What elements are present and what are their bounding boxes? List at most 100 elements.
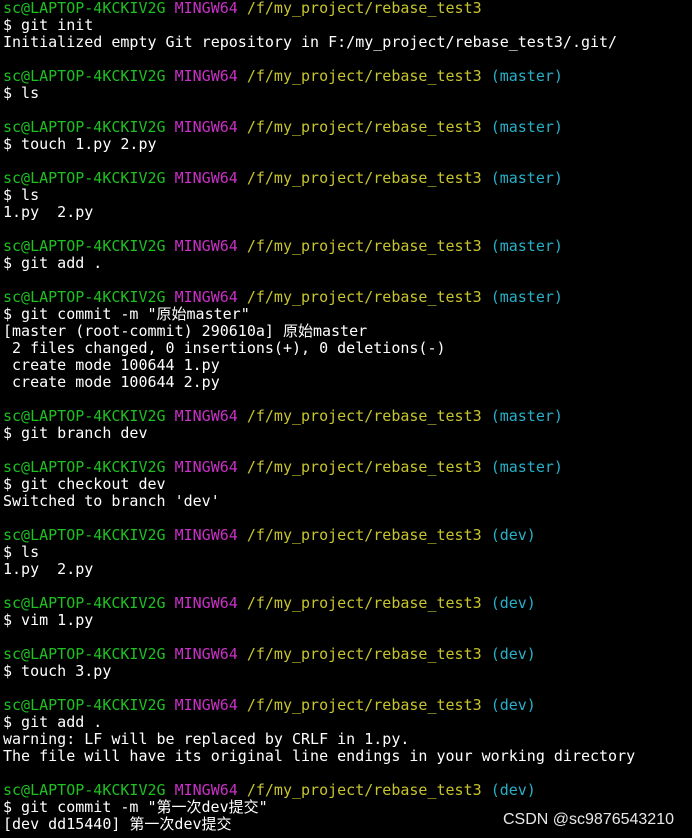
prompt-line: sc@LAPTOP-4KCKIV2G MINGW64 /f/my_project… — [3, 119, 689, 136]
prompt-line: sc@LAPTOP-4KCKIV2G MINGW64 /f/my_project… — [3, 0, 689, 17]
output-line: create mode 100644 1.py — [3, 356, 220, 374]
prompt-line: sc@LAPTOP-4KCKIV2G MINGW64 /f/my_project… — [3, 68, 689, 85]
prompt-path: /f/my_project/rebase_test3 — [246, 696, 482, 714]
prompt-system: MINGW64 — [174, 169, 238, 187]
command-line: $ ls — [3, 84, 40, 102]
prompt-system: MINGW64 — [174, 526, 238, 544]
command-line: $ touch 1.py 2.py — [3, 135, 157, 153]
prompt-line: sc@LAPTOP-4KCKIV2G MINGW64 /f/my_project… — [3, 697, 689, 714]
csdn-watermark: CSDN @sc9876543210 — [500, 810, 676, 830]
output-line: create mode 100644 2.py — [3, 373, 220, 391]
command-line: $ git commit -m "原始master" — [3, 305, 250, 323]
output-line: 1.py 2.py — [3, 203, 94, 221]
command-line: $ touch 3.py — [3, 662, 112, 680]
prompt-line: sc@LAPTOP-4KCKIV2G MINGW64 /f/my_project… — [3, 595, 689, 612]
prompt-path: /f/my_project/rebase_test3 — [246, 169, 482, 187]
prompt-path: /f/my_project/rebase_test3 — [246, 237, 482, 255]
prompt-branch: (master) — [490, 407, 563, 425]
prompt-path: /f/my_project/rebase_test3 — [246, 0, 482, 17]
command-line: $ git init — [3, 16, 94, 34]
output-line: 2 files changed, 0 insertions(+), 0 dele… — [3, 339, 446, 357]
prompt-branch: (dev) — [490, 781, 536, 799]
prompt-user-host: sc@LAPTOP-4KCKIV2G — [3, 645, 166, 663]
prompt-line: sc@LAPTOP-4KCKIV2G MINGW64 /f/my_project… — [3, 289, 689, 306]
prompt-branch: (master) — [490, 118, 563, 136]
prompt-user-host: sc@LAPTOP-4KCKIV2G — [3, 288, 166, 306]
output-line: The file will have its original line end… — [3, 747, 636, 765]
prompt-branch: (master) — [490, 288, 563, 306]
prompt-path: /f/my_project/rebase_test3 — [246, 118, 482, 136]
terminal-window[interactable]: sc@LAPTOP-4KCKIV2G MINGW64 /f/my_project… — [3, 0, 689, 833]
prompt-branch: (master) — [490, 237, 563, 255]
prompt-line: sc@LAPTOP-4KCKIV2G MINGW64 /f/my_project… — [3, 782, 689, 799]
prompt-line: sc@LAPTOP-4KCKIV2G MINGW64 /f/my_project… — [3, 408, 689, 425]
prompt-user-host: sc@LAPTOP-4KCKIV2G — [3, 237, 166, 255]
prompt-user-host: sc@LAPTOP-4KCKIV2G — [3, 118, 166, 136]
output-line: warning: LF will be replaced by CRLF in … — [3, 730, 410, 748]
output-line: 1.py 2.py — [3, 560, 94, 578]
prompt-path: /f/my_project/rebase_test3 — [246, 67, 482, 85]
prompt-system: MINGW64 — [174, 288, 238, 306]
output-line: [master (root-commit) 290610a] 原始master — [3, 322, 368, 340]
prompt-user-host: sc@LAPTOP-4KCKIV2G — [3, 696, 166, 714]
prompt-branch: (dev) — [490, 526, 536, 544]
prompt-system: MINGW64 — [174, 407, 238, 425]
command-line: $ git checkout dev — [3, 475, 166, 493]
prompt-system: MINGW64 — [174, 781, 238, 799]
prompt-system: MINGW64 — [174, 67, 238, 85]
command-line: $ git add . — [3, 713, 103, 731]
prompt-line: sc@LAPTOP-4KCKIV2G MINGW64 /f/my_project… — [3, 170, 689, 187]
prompt-system: MINGW64 — [174, 0, 238, 17]
prompt-line: sc@LAPTOP-4KCKIV2G MINGW64 /f/my_project… — [3, 459, 689, 476]
prompt-system: MINGW64 — [174, 645, 238, 663]
prompt-branch: (master) — [490, 67, 563, 85]
prompt-user-host: sc@LAPTOP-4KCKIV2G — [3, 781, 166, 799]
prompt-user-host: sc@LAPTOP-4KCKIV2G — [3, 0, 166, 17]
prompt-user-host: sc@LAPTOP-4KCKIV2G — [3, 526, 166, 544]
output-line: Initialized empty Git repository in F:/m… — [3, 33, 618, 51]
prompt-branch: (dev) — [490, 594, 536, 612]
command-line: $ ls — [3, 543, 40, 561]
prompt-system: MINGW64 — [174, 237, 238, 255]
prompt-user-host: sc@LAPTOP-4KCKIV2G — [3, 594, 166, 612]
prompt-system: MINGW64 — [174, 696, 238, 714]
prompt-path: /f/my_project/rebase_test3 — [246, 594, 482, 612]
command-line: $ git branch dev — [3, 424, 148, 442]
prompt-path: /f/my_project/rebase_test3 — [246, 781, 482, 799]
prompt-path: /f/my_project/rebase_test3 — [246, 288, 482, 306]
prompt-user-host: sc@LAPTOP-4KCKIV2G — [3, 407, 166, 425]
output-line: Switched to branch 'dev' — [3, 492, 220, 510]
prompt-line: sc@LAPTOP-4KCKIV2G MINGW64 /f/my_project… — [3, 527, 689, 544]
prompt-path: /f/my_project/rebase_test3 — [246, 645, 482, 663]
prompt-path: /f/my_project/rebase_test3 — [246, 526, 482, 544]
command-line: $ git add . — [3, 254, 103, 272]
prompt-line: sc@LAPTOP-4KCKIV2G MINGW64 /f/my_project… — [3, 646, 689, 663]
prompt-line: sc@LAPTOP-4KCKIV2G MINGW64 /f/my_project… — [3, 238, 689, 255]
prompt-system: MINGW64 — [174, 594, 238, 612]
prompt-branch: (dev) — [490, 696, 536, 714]
prompt-path: /f/my_project/rebase_test3 — [246, 407, 482, 425]
prompt-user-host: sc@LAPTOP-4KCKIV2G — [3, 169, 166, 187]
command-line: $ vim 1.py — [3, 611, 94, 629]
prompt-user-host: sc@LAPTOP-4KCKIV2G — [3, 67, 166, 85]
prompt-system: MINGW64 — [174, 118, 238, 136]
prompt-branch: (master) — [490, 458, 563, 476]
prompt-system: MINGW64 — [174, 458, 238, 476]
prompt-path: /f/my_project/rebase_test3 — [246, 458, 482, 476]
prompt-branch: (master) — [490, 169, 563, 187]
prompt-branch: (dev) — [490, 645, 536, 663]
command-line: $ ls — [3, 186, 40, 204]
prompt-user-host: sc@LAPTOP-4KCKIV2G — [3, 458, 166, 476]
